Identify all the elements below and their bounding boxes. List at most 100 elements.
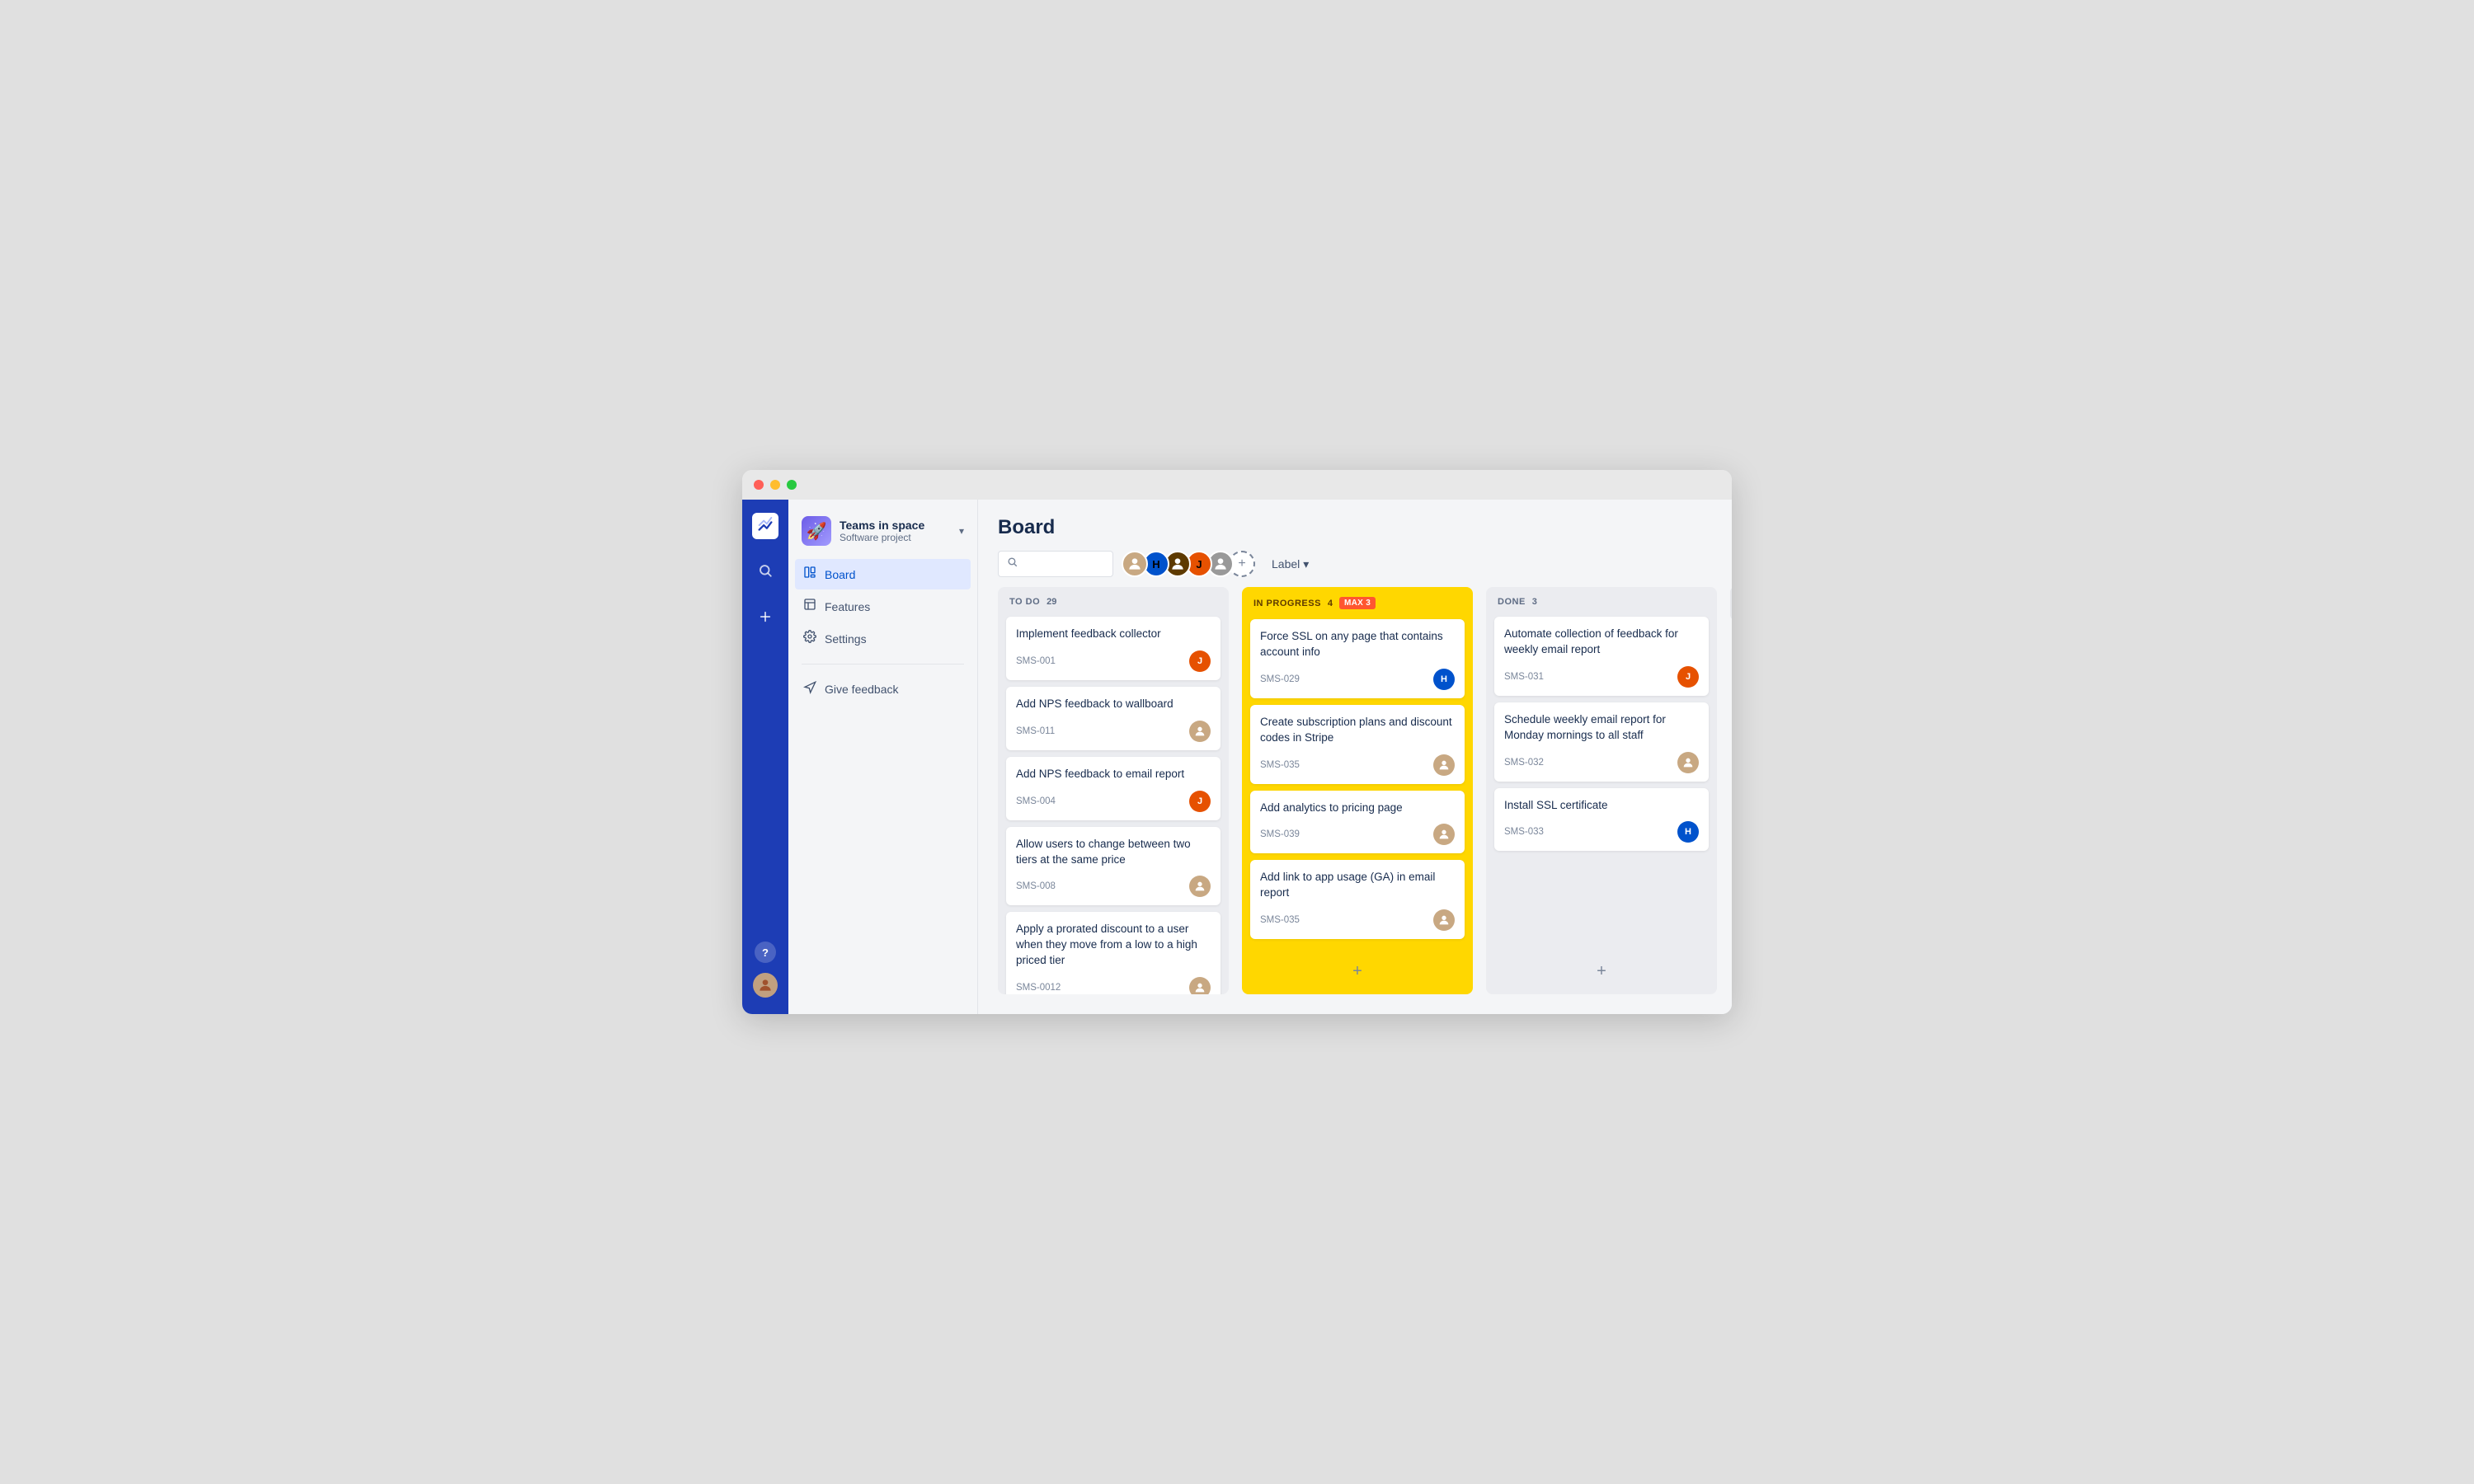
- card-footer: SMS-029 H: [1260, 669, 1455, 690]
- card-sms-032[interactable]: Schedule weekly email report for Monday …: [1494, 702, 1709, 782]
- card-avatar: [1189, 721, 1211, 742]
- card-title: Add NPS feedback to wallboard: [1016, 697, 1211, 712]
- chevron-down-icon: ▾: [959, 525, 964, 537]
- card-id: SMS-033: [1504, 827, 1544, 837]
- card-sms-035[interactable]: Create subscription plans and discount c…: [1250, 705, 1465, 784]
- main-content: Board: [978, 500, 1732, 1014]
- card-avatar: H: [1677, 821, 1699, 843]
- card-id: SMS-039: [1260, 829, 1300, 839]
- card-sms-033[interactable]: Install SSL certificate SMS-033 H: [1494, 788, 1709, 852]
- card-title: Allow users to change between two tiers …: [1016, 837, 1211, 868]
- card-sms-011[interactable]: Add NPS feedback to wallboard SMS-011: [1006, 687, 1221, 750]
- card-sms-0012[interactable]: Apply a prorated discount to a user when…: [1006, 912, 1221, 994]
- card-footer: SMS-031 J: [1504, 666, 1699, 688]
- card-avatar: [1189, 977, 1211, 994]
- card-footer: SMS-032: [1504, 752, 1699, 773]
- card-sms-031[interactable]: Automate collection of feedback for week…: [1494, 617, 1709, 696]
- app-window: ? 🚀 Teams in space Software project ▾: [742, 470, 1732, 1014]
- card-sms-039[interactable]: Add analytics to pricing page SMS-039: [1250, 791, 1465, 854]
- column-done: DONE 3 Automate collection of feedback f…: [1486, 587, 1717, 994]
- column-done-cards: Automate collection of feedback for week…: [1486, 613, 1717, 956]
- column-inprogress-title: IN PROGRESS: [1253, 599, 1321, 608]
- card-footer: SMS-033 H: [1504, 821, 1699, 843]
- column-inprogress-header: IN PROGRESS 4 MAX 3: [1242, 587, 1473, 616]
- card-footer: SMS-008: [1016, 876, 1211, 897]
- add-column-button[interactable]: +: [1730, 587, 1732, 620]
- card-title: Schedule weekly email report for Monday …: [1504, 712, 1699, 744]
- card-title: Automate collection of feedback for week…: [1504, 627, 1699, 658]
- card-id: SMS-001: [1016, 656, 1056, 666]
- help-icon[interactable]: ?: [755, 942, 776, 963]
- sidebar-item-board[interactable]: Board: [795, 559, 971, 589]
- card-title: Force SSL on any page that contains acco…: [1260, 629, 1455, 660]
- card-sms-008[interactable]: Allow users to change between two tiers …: [1006, 827, 1221, 906]
- column-inprogress-cards: Force SSL on any page that contains acco…: [1242, 616, 1473, 956]
- card-title: Add analytics to pricing page: [1260, 801, 1455, 816]
- project-name: Teams in space: [840, 519, 951, 532]
- app-logo[interactable]: [752, 513, 778, 539]
- add-card-inprogress-button[interactable]: +: [1250, 956, 1465, 988]
- give-feedback-button[interactable]: Give feedback: [788, 674, 977, 703]
- create-icon-btn[interactable]: [750, 602, 780, 632]
- page-title: Board: [998, 516, 1712, 539]
- card-id: SMS-029: [1260, 674, 1300, 684]
- search-box[interactable]: [998, 551, 1113, 577]
- sidebar-item-settings-label: Settings: [825, 632, 867, 646]
- card-title: Implement feedback collector: [1016, 627, 1211, 642]
- card-id: SMS-011: [1016, 726, 1055, 736]
- board-toolbar: H J +: [998, 551, 1712, 577]
- sidebar-item-features-label: Features: [825, 600, 870, 613]
- card-title: Apply a prorated discount to a user when…: [1016, 922, 1211, 969]
- titlebar: [742, 470, 1732, 500]
- column-todo-title: TO DO: [1009, 597, 1040, 607]
- card-footer: SMS-039: [1260, 824, 1455, 845]
- features-icon: [803, 598, 816, 615]
- max-badge: MAX 3: [1339, 597, 1376, 609]
- card-sms-035b[interactable]: Add link to app usage (GA) in email repo…: [1250, 860, 1465, 939]
- column-done-title: DONE: [1498, 597, 1526, 607]
- column-inprogress: IN PROGRESS 4 MAX 3 Force SSL on any pag…: [1242, 587, 1473, 994]
- settings-icon: [803, 630, 816, 647]
- card-title: Create subscription plans and discount c…: [1260, 715, 1455, 746]
- avatars-group: H J +: [1122, 551, 1255, 577]
- column-done-count: 3: [1532, 597, 1537, 607]
- card-footer: SMS-001 J: [1016, 650, 1211, 672]
- add-card-done-button[interactable]: +: [1494, 956, 1709, 988]
- card-id: SMS-004: [1016, 796, 1056, 806]
- board-area: TO DO 29 Implement feedback collector SM…: [978, 587, 1732, 1014]
- card-footer: SMS-004 J: [1016, 791, 1211, 812]
- search-icon-btn[interactable]: [750, 556, 780, 585]
- sidebar-item-settings[interactable]: Settings: [795, 623, 971, 654]
- card-avatar: J: [1677, 666, 1699, 688]
- maximize-dot[interactable]: [787, 480, 797, 490]
- card-sms-029[interactable]: Force SSL on any page that contains acco…: [1250, 619, 1465, 698]
- sidebar: 🚀 Teams in space Software project ▾ Boar…: [788, 500, 978, 1014]
- card-sms-001[interactable]: Implement feedback collector SMS-001 J: [1006, 617, 1221, 680]
- avatar-1[interactable]: [1122, 551, 1148, 577]
- card-id: SMS-032: [1504, 758, 1544, 768]
- give-feedback-icon: [803, 681, 816, 697]
- card-avatar: [1189, 876, 1211, 897]
- sidebar-item-features[interactable]: Features: [795, 591, 971, 622]
- close-dot[interactable]: [754, 480, 764, 490]
- column-todo-count: 29: [1047, 597, 1056, 607]
- card-id: SMS-0012: [1016, 983, 1061, 993]
- project-icon: 🚀: [802, 516, 831, 546]
- column-todo-cards: Implement feedback collector SMS-001 J A…: [998, 613, 1229, 994]
- minimize-dot[interactable]: [770, 480, 780, 490]
- user-avatar-icon[interactable]: [753, 973, 778, 998]
- label-filter[interactable]: Label ▾: [1263, 554, 1317, 575]
- column-todo: TO DO 29 Implement feedback collector SM…: [998, 587, 1229, 994]
- card-sms-004[interactable]: Add NPS feedback to email report SMS-004…: [1006, 757, 1221, 820]
- icon-bar: ?: [742, 500, 788, 1014]
- sidebar-project[interactable]: 🚀 Teams in space Software project ▾: [788, 510, 977, 559]
- sidebar-item-board-label: Board: [825, 568, 855, 581]
- column-todo-header: TO DO 29: [998, 587, 1229, 613]
- column-done-header: DONE 3: [1486, 587, 1717, 613]
- card-avatar: [1433, 909, 1455, 931]
- card-id: SMS-031: [1504, 672, 1544, 682]
- card-id: SMS-035: [1260, 760, 1300, 770]
- label-filter-text: Label: [1272, 557, 1300, 571]
- card-footer: SMS-0012: [1016, 977, 1211, 994]
- card-footer: SMS-011: [1016, 721, 1211, 742]
